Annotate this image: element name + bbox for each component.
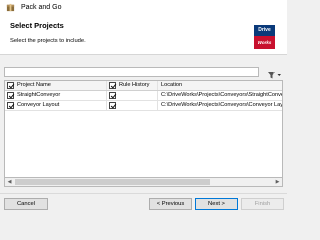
finish-button[interactable]: Finish [241,198,284,210]
wizard-header: Select Projects Select the projects to i… [0,18,287,54]
project-location: C:\DriveWorks\Projects\Conveyors\Straigh… [161,92,282,98]
previous-button[interactable]: < Previous [149,198,192,210]
page-subtitle: Select the projects to include. [10,38,86,44]
search-input[interactable] [4,67,259,77]
pack-and-go-dialog: Pack and Go Select Projects Select the p… [0,0,287,215]
next-button[interactable]: Next > [195,198,238,210]
project-name: StraightConveyor [17,92,61,98]
cancel-button[interactable]: Cancel [4,198,48,210]
scrollbar-thumb[interactable] [15,179,210,185]
filter-icon [268,72,281,79]
chevron-down-icon [277,74,281,76]
project-include-checkbox[interactable] [7,102,14,109]
column-header-project-name[interactable]: Project Name [5,81,107,90]
logo-text-top: Drive [254,25,275,36]
rule-history-checkbox[interactable] [109,102,116,109]
location-cell: C:\DriveWorks\Projects\Conveyors\Straigh… [158,91,282,100]
table-row[interactable]: StraightConveyor C:\DriveWorks\Projects\… [5,91,282,101]
project-include-checkbox[interactable] [7,92,14,99]
page-title: Select Projects [10,21,64,30]
column-header-label: Location [161,82,183,88]
location-cell: C:\DriveWorks\Projects\Conveyors\Conveyo… [158,101,282,110]
rule-history-cell [107,91,158,100]
column-header-location[interactable]: Location [158,81,282,90]
table-row[interactable]: Conveyor Layout C:\DriveWorks\Projects\C… [5,101,282,111]
project-name-cell: StraightConveyor [5,91,107,100]
horizontal-scrollbar[interactable]: ◀ ▶ [4,177,283,187]
select-all-projects-checkbox[interactable] [7,82,14,89]
title-bar: Pack and Go [0,0,287,18]
window-title: Pack and Go [21,4,62,11]
table-header-row: Project Name Rule History Location [5,81,282,91]
header-divider [0,54,287,55]
column-header-label: Rule History [119,82,150,88]
filter-button[interactable] [262,67,283,79]
package-icon [6,3,15,12]
column-header-rule-history[interactable]: Rule History [107,81,158,90]
project-name-cell: Conveyor Layout [5,101,107,110]
rule-history-checkbox[interactable] [109,92,116,99]
scroll-right-icon[interactable]: ▶ [273,178,282,186]
select-all-rule-history-checkbox[interactable] [109,82,116,89]
project-location: C:\DriveWorks\Projects\Conveyors\Conveyo… [161,102,282,108]
scroll-left-icon[interactable]: ◀ [5,178,14,186]
logo-text-bottom: Works [257,40,272,45]
project-name: Conveyor Layout [17,102,60,108]
driveworks-logo: Drive Works [254,25,275,49]
rule-history-cell [107,101,158,110]
footer-divider [0,193,287,194]
column-header-label: Project Name [17,82,51,88]
projects-table: Project Name Rule History Location Strai… [4,80,283,187]
